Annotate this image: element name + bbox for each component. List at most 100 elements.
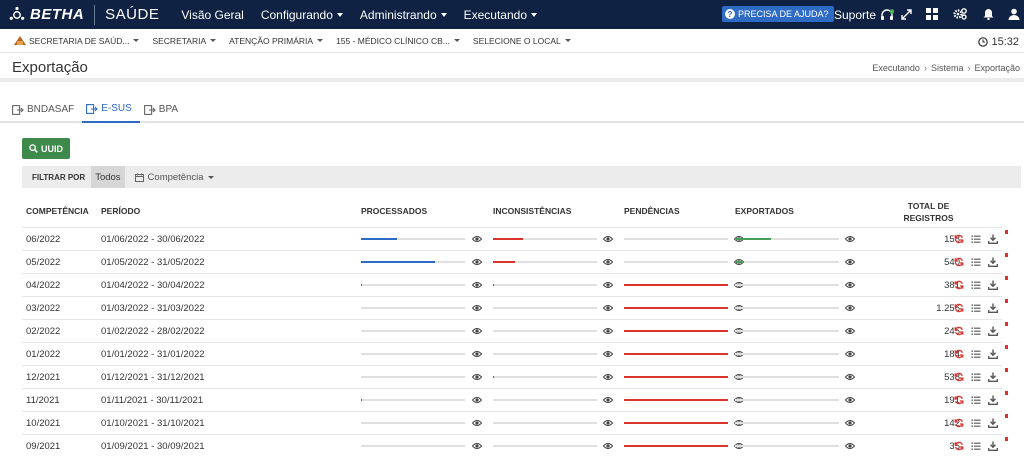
filter-todos-option[interactable]: Todos — [91, 166, 125, 188]
column-header-inconsistencias[interactable]: INCONSISTÊNCIAS — [493, 206, 571, 216]
tab-bpa[interactable]: BPA — [140, 96, 186, 123]
list-icon[interactable] — [971, 234, 981, 244]
eye-icon[interactable] — [844, 235, 856, 243]
uuid-search-button[interactable]: UUID — [22, 138, 70, 159]
brand[interactable]: BETHA SAÚDE — [0, 0, 159, 29]
eye-icon[interactable] — [844, 350, 856, 358]
eye-icon[interactable] — [471, 258, 483, 266]
eye-icon[interactable] — [844, 304, 856, 312]
eye-icon[interactable] — [471, 281, 483, 289]
tab-bndasaf[interactable]: BNDASAF — [8, 96, 82, 123]
refresh-icon[interactable] — [954, 372, 964, 382]
refresh-icon[interactable] — [954, 326, 964, 336]
eye-icon[interactable] — [844, 442, 856, 450]
eye-icon[interactable] — [844, 327, 856, 335]
nav-executando[interactable]: Executando — [464, 8, 538, 22]
eye-icon[interactable] — [844, 258, 856, 266]
download-icon[interactable] — [988, 395, 998, 405]
list-icon[interactable] — [971, 395, 981, 405]
column-header-pendencias[interactable]: PENDÊNCIAS — [624, 206, 680, 216]
context-profissional-select[interactable]: 155 - MÉDICO CLÍNICO CB... — [336, 36, 460, 46]
refresh-icon[interactable] — [954, 441, 964, 451]
context-entity-select[interactable]: SECRETARIA DE SAÚD... — [14, 35, 140, 46]
list-icon[interactable] — [971, 303, 981, 313]
download-icon[interactable] — [988, 372, 998, 382]
progress-exportados — [735, 330, 839, 332]
help-button[interactable]: ? PRECISA DE AJUDA? — [722, 6, 834, 22]
support-button[interactable]: Suporte — [834, 8, 895, 22]
eye-icon[interactable] — [602, 419, 614, 427]
list-icon[interactable] — [971, 418, 981, 428]
column-header-processados[interactable]: PROCESSADOS — [361, 206, 427, 216]
context-atencao-select[interactable]: ATENÇÃO PRIMÁRIA — [229, 36, 324, 46]
refresh-icon[interactable] — [954, 257, 964, 267]
gears-icon[interactable] — [953, 7, 967, 21]
download-icon[interactable] — [988, 303, 998, 313]
nav-administrando[interactable]: Administrando — [360, 8, 447, 22]
eye-icon[interactable] — [471, 327, 483, 335]
expand-icon[interactable] — [899, 7, 913, 21]
list-icon[interactable] — [971, 280, 981, 290]
column-header-exportados[interactable]: EXPORTADOS — [735, 206, 794, 216]
eye-icon[interactable] — [602, 258, 614, 266]
eye-icon[interactable] — [602, 304, 614, 312]
refresh-icon[interactable] — [954, 234, 964, 244]
eye-icon[interactable] — [471, 304, 483, 312]
eye-icon[interactable] — [471, 396, 483, 404]
user-icon[interactable] — [1007, 7, 1021, 21]
breadcrumb-item[interactable]: Sistema — [931, 63, 964, 73]
context-secretaria-select[interactable]: SECRETARIA — [152, 36, 217, 46]
eye-icon[interactable] — [602, 350, 614, 358]
list-icon[interactable] — [971, 326, 981, 336]
eye-icon[interactable] — [602, 396, 614, 404]
tab-e-sus[interactable]: E-SUS — [82, 96, 140, 123]
nav-label: Configurando — [260, 7, 333, 22]
list-icon[interactable] — [971, 372, 981, 382]
bell-icon[interactable] — [981, 7, 995, 21]
eye-icon[interactable] — [602, 281, 614, 289]
eye-icon[interactable] — [602, 235, 614, 243]
eye-icon[interactable] — [471, 350, 483, 358]
eye-icon[interactable] — [844, 281, 856, 289]
nav-visao-geral[interactable]: Visão Geral — [181, 8, 243, 22]
list-icon[interactable] — [971, 257, 981, 267]
eye-icon[interactable] — [844, 373, 856, 381]
download-icon[interactable] — [988, 418, 998, 428]
download-icon[interactable] — [988, 326, 998, 336]
context-local-select[interactable]: SELECIONE O LOCAL — [473, 36, 571, 46]
column-header-competencia[interactable]: COMPETÊNCIA — [26, 206, 89, 216]
nav-configurando[interactable]: Configurando — [261, 8, 343, 22]
grid-icon[interactable] — [925, 7, 939, 21]
eye-icon[interactable] — [471, 373, 483, 381]
competencia-filter-dropdown[interactable]: Competência — [134, 172, 214, 183]
nav-label: Visão Geral — [181, 7, 244, 22]
eye-icon[interactable] — [471, 419, 483, 427]
eye-icon[interactable] — [602, 327, 614, 335]
eye-icon[interactable] — [844, 419, 856, 427]
breadcrumb-item[interactable]: Executando — [872, 63, 920, 73]
list-icon[interactable] — [971, 349, 981, 359]
download-icon[interactable] — [988, 349, 998, 359]
progress-pendencias — [624, 261, 728, 263]
eye-icon[interactable] — [471, 442, 483, 450]
row-status-marker — [1005, 322, 1008, 326]
download-icon[interactable] — [988, 257, 998, 267]
download-icon[interactable] — [988, 280, 998, 290]
download-icon[interactable] — [988, 441, 998, 451]
progress-exportados — [735, 238, 839, 240]
download-icon[interactable] — [988, 234, 998, 244]
eye-icon[interactable] — [844, 396, 856, 404]
refresh-icon[interactable] — [954, 395, 964, 405]
progress-fill-pendencias — [624, 353, 728, 355]
refresh-icon[interactable] — [954, 280, 964, 290]
refresh-icon[interactable] — [954, 418, 964, 428]
column-header-total[interactable]: TOTAL DE REGISTROS — [891, 200, 966, 224]
eye-icon[interactable] — [602, 442, 614, 450]
list-icon[interactable] — [971, 441, 981, 451]
column-header-periodo[interactable]: PERÍODO — [101, 206, 140, 216]
cell-competencia: 02/2022 — [26, 326, 61, 337]
eye-icon[interactable] — [471, 235, 483, 243]
refresh-icon[interactable] — [954, 349, 964, 359]
refresh-icon[interactable] — [954, 303, 964, 313]
eye-icon[interactable] — [602, 373, 614, 381]
